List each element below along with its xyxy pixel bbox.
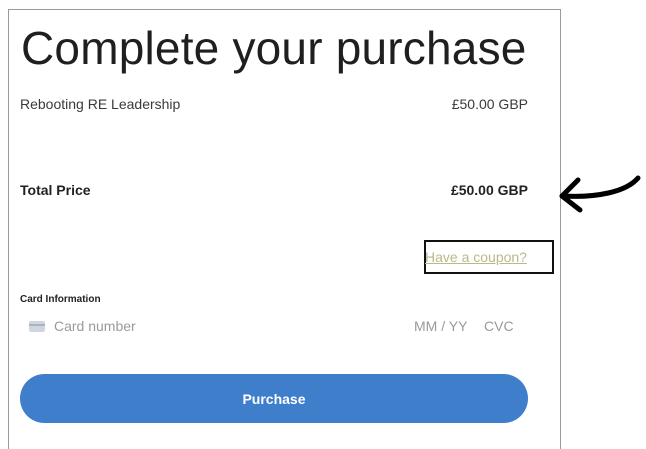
hand-drawn-arrow-icon — [559, 175, 641, 213]
total-price-value: £50.00 GBP — [450, 182, 528, 198]
card-expiry-input[interactable] — [414, 318, 474, 334]
card-cvc-input[interactable] — [484, 318, 524, 334]
card-information-label: Card Information — [20, 294, 101, 305]
item-name: Rebooting RE Leadership — [20, 96, 181, 112]
card-number-input[interactable] — [54, 318, 254, 334]
card-input-row[interactable] — [20, 312, 528, 342]
item-price: £50.00 GBP — [451, 96, 528, 112]
coupon-link[interactable]: Have a coupon? — [425, 249, 527, 265]
credit-card-icon — [29, 321, 45, 332]
total-price-label: Total Price — [20, 182, 91, 198]
purchase-button[interactable]: Purchase — [20, 374, 528, 423]
page-title: Complete your purchase — [21, 22, 527, 74]
